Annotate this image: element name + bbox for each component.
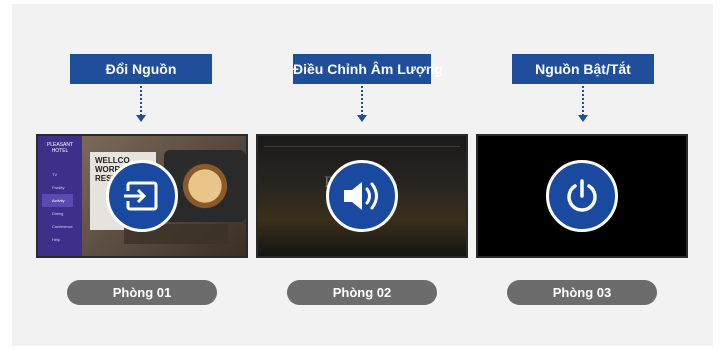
- column-room-03: Nguồn Bật/Tắt Phòng 03: [476, 4, 706, 346]
- diagram-stage: Đổi Nguồn PLEASANT HOTEL TV Facility Acti…: [12, 4, 713, 346]
- hotel-menu-item: TV: [52, 172, 58, 177]
- room-label-02: Phòng 02: [287, 280, 437, 305]
- tv-screen-room-01: PLEASANT HOTEL TV Facility Activity Dinin…: [36, 134, 248, 258]
- action-label-adjust-volume: Điều Chỉnh Âm Lượng: [293, 54, 443, 84]
- input-source-icon: [106, 160, 178, 232]
- arrow-down-icon: [357, 115, 367, 122]
- volume-icon: [326, 160, 398, 232]
- hotel-menu-item: Activity: [42, 194, 73, 207]
- hotel-menu-item: Facility: [52, 185, 65, 190]
- hotel-sidebar: PLEASANT HOTEL TV Facility Activity Dinin…: [38, 136, 82, 256]
- action-label-change-source: Đổi Nguồn: [70, 54, 212, 84]
- action-label-power: Nguồn Bật/Tắt: [512, 54, 654, 84]
- hotel-menu-item: Conference: [52, 224, 73, 229]
- room-label-03: Phòng 03: [507, 280, 657, 305]
- connector-dotted-line: [582, 86, 584, 116]
- hotel-menu: TV Facility Activity Dining Conference H…: [42, 168, 73, 246]
- room-label-01: Phòng 01: [67, 280, 217, 305]
- screen-top-bar: [264, 140, 460, 147]
- tv-screen-room-03: [476, 134, 688, 258]
- power-icon: [546, 160, 618, 232]
- tv-screen-room-02: PLE TEL: [256, 134, 468, 258]
- arrow-down-icon: [578, 115, 588, 122]
- column-room-02: Điều Chỉnh Âm Lượng PLE TEL Phòng 02: [256, 4, 486, 346]
- arrow-down-icon: [136, 115, 146, 122]
- hotel-logo: PLEASANT HOTEL: [46, 142, 74, 154]
- hotel-menu-item: Dining: [52, 211, 64, 216]
- connector-dotted-line: [361, 86, 363, 116]
- hotel-menu-item: Help: [52, 237, 61, 242]
- column-room-01: Đổi Nguồn PLEASANT HOTEL TV Facility Acti…: [36, 4, 266, 346]
- connector-dotted-line: [140, 86, 142, 116]
